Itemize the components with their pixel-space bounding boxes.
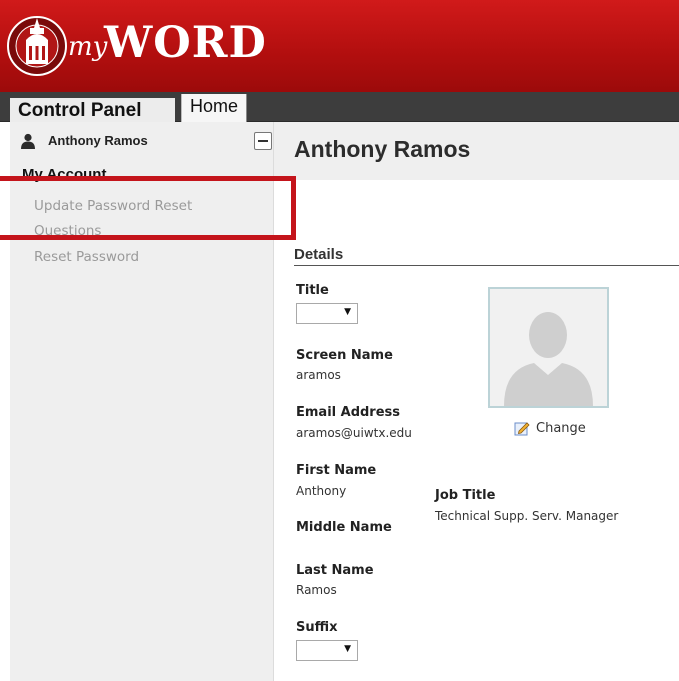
suffix-select[interactable]: ▼ <box>296 640 358 661</box>
job-title-value: Technical Supp. Serv. Manager <box>435 509 619 523</box>
user-icon <box>21 133 35 149</box>
first-name-value: Anthony <box>296 484 347 498</box>
edit-pencil-icon <box>514 422 530 436</box>
logo-word-text: WORD <box>104 18 267 68</box>
details-divider <box>294 265 679 266</box>
first-name-label: First Name <box>296 463 377 478</box>
page-title: Anthony Ramos <box>294 136 471 162</box>
suffix-label: Suffix <box>296 620 338 635</box>
middle-name-label: Middle Name <box>296 520 392 535</box>
highlight-box <box>0 176 296 240</box>
app-header: my WORD <box>0 0 679 92</box>
top-navbar: Control Panel Home <box>0 92 679 122</box>
avatar-placeholder-icon <box>490 289 607 406</box>
email-label: Email Address <box>296 405 401 420</box>
collapse-icon[interactable] <box>254 132 272 150</box>
title-select[interactable]: ▼ <box>296 303 358 324</box>
email-value: aramos@uiwtx.edu <box>296 426 412 440</box>
university-seal-logo[interactable] <box>6 6 68 86</box>
screen-name-label: Screen Name <box>296 348 393 363</box>
sidebar-item-reset-password[interactable]: Reset Password <box>34 249 139 265</box>
sidebar-user-name: Anthony Ramos <box>48 133 148 148</box>
last-name-value: Ramos <box>296 583 337 597</box>
logo-my-text: my <box>68 32 108 62</box>
page-header: Anthony Ramos <box>274 122 679 180</box>
change-photo-label: Change <box>536 421 586 436</box>
details-heading: Details <box>294 246 344 263</box>
chevron-down-icon: ▼ <box>344 307 351 317</box>
job-title-label: Job Title <box>435 488 496 503</box>
screen-name-value: aramos <box>296 368 341 382</box>
sidebar-user-row[interactable]: Anthony Ramos <box>10 130 274 156</box>
profile-photo[interactable] <box>488 287 609 408</box>
main-content: Details Title ▼ Screen Name aramos Email… <box>274 180 679 681</box>
last-name-label: Last Name <box>296 563 374 578</box>
nav-home[interactable]: Home <box>181 94 248 122</box>
nav-control-panel[interactable]: Control Panel <box>10 98 175 122</box>
chevron-down-icon: ▼ <box>344 644 351 654</box>
title-label: Title <box>296 283 329 298</box>
